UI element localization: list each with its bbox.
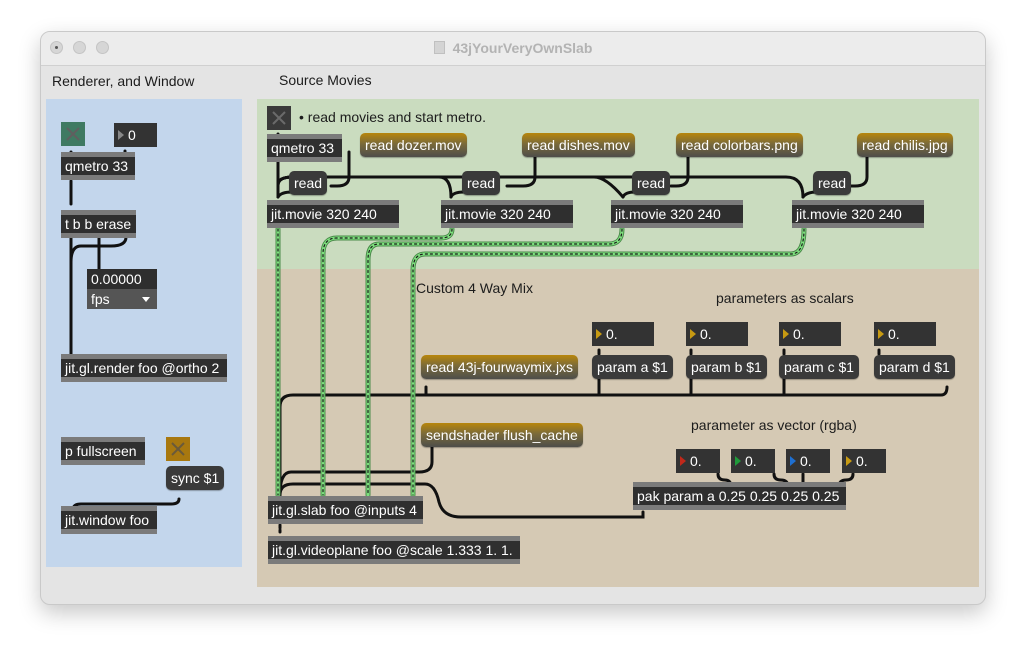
param-c-message[interactable]: param c $1 [779,355,860,379]
sync-message[interactable]: sync $1 [166,466,225,490]
source-toggle[interactable] [267,106,291,130]
read-dishes-message[interactable]: read dishes.mov [522,133,635,157]
number-value: 0. [690,453,702,469]
vector-comment: parameter as vector (rgba) [691,417,857,433]
read-chilis-message[interactable]: read chilis.jpg [857,133,953,157]
left-section-title: Renderer, and Window [52,73,195,89]
document-icon [433,41,445,54]
render-object[interactable]: jit.gl.render foo @ortho 2 [61,354,227,382]
read-message-4[interactable]: read [813,171,852,195]
movie-object-1[interactable]: jit.movie 320 240 [267,200,399,228]
window-object[interactable]: jit.window foo [61,506,157,534]
param-d-number[interactable]: 0. [874,322,936,346]
param-c-number[interactable]: 0. [779,322,841,346]
mix-title: Custom 4 Way Mix [416,280,533,296]
interval-value: 0 [128,127,136,143]
number-value: 0. [888,326,900,342]
alpha-number[interactable]: 0. [842,449,886,473]
param-b-number[interactable]: 0. [686,322,748,346]
fullscreen-subpatch[interactable]: p fullscreen [61,437,145,465]
number-value: 0. [793,326,805,342]
source-comment: • read movies and start metro. [299,109,486,125]
fps-display: 0.00000 fps [87,269,157,309]
window-title: 43jYourVeryOwnSlab [41,40,985,56]
qmetro-object-left[interactable]: qmetro 33 [61,152,135,180]
param-a-number[interactable]: 0. [592,322,654,346]
read-dozer-message[interactable]: read dozer.mov [360,133,467,157]
read-colorbars-message[interactable]: read colorbars.png [676,133,803,157]
param-d-message[interactable]: param d $1 [874,355,955,379]
fps-menu-label: fps [91,291,110,307]
window-title-text: 43jYourVeryOwnSlab [452,40,593,56]
number-value: 0. [856,453,868,469]
chevron-down-icon [142,297,150,302]
pak-object[interactable]: pak param a 0.25 0.25 0.25 0.25 [633,482,846,510]
x-icon [171,442,185,456]
patcher-window: 43jYourVeryOwnSlab Renderer, and Window … [40,31,986,605]
movie-object-3[interactable]: jit.movie 320 240 [611,200,743,228]
x-icon [66,127,80,141]
number-value: 0. [745,453,757,469]
trigger-object[interactable]: t b b erase [61,210,136,238]
interval-number-box[interactable]: 0 [114,123,157,147]
right-section-title: Source Movies [279,72,372,88]
param-a-message[interactable]: param a $1 [592,355,673,379]
title-bar: 43jYourVeryOwnSlab [41,32,985,66]
qmetro-object-source[interactable]: qmetro 33 [267,134,342,162]
green-number[interactable]: 0. [731,449,775,473]
param-b-message[interactable]: param b $1 [686,355,767,379]
read-message-3[interactable]: read [632,171,671,195]
videoplane-object[interactable]: jit.gl.videoplane foo @scale 1.333 1. 1. [268,536,520,564]
number-value: 0. [700,326,712,342]
slab-object[interactable]: jit.gl.slab foo @inputs 4 [268,496,423,524]
fullscreen-toggle[interactable] [166,437,190,461]
movie-object-4[interactable]: jit.movie 320 240 [792,200,924,228]
number-value: 0. [800,453,812,469]
fps-value: 0.00000 [87,269,157,289]
blue-number[interactable]: 0. [786,449,830,473]
scalars-comment: parameters as scalars [716,290,854,306]
movie-object-2[interactable]: jit.movie 320 240 [441,200,573,228]
red-number[interactable]: 0. [676,449,720,473]
x-icon [272,111,286,125]
read-message-2[interactable]: read [462,171,501,195]
read-shader-message[interactable]: read 43j-fourwaymix.jxs [421,355,579,379]
fps-menu[interactable]: fps [87,289,157,309]
number-value: 0. [606,326,618,342]
render-toggle[interactable] [61,122,85,146]
read-message-1[interactable]: read [289,171,328,195]
sendshader-message[interactable]: sendshader flush_cache [421,423,583,447]
